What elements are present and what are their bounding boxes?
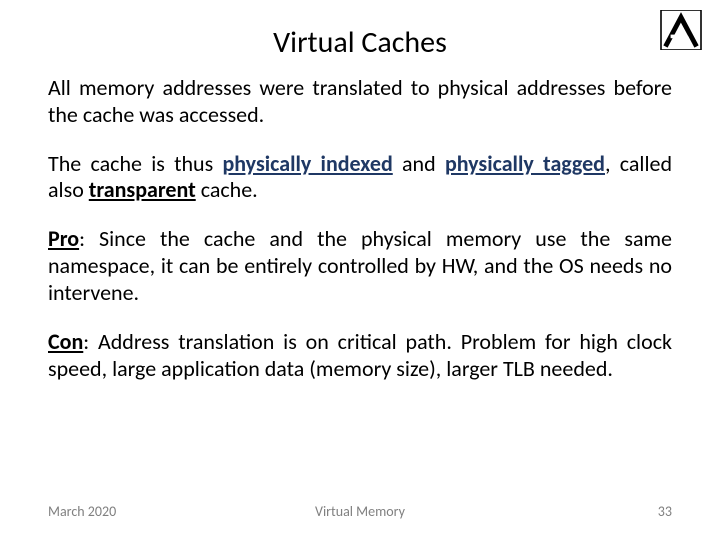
term-transparent: transparent bbox=[89, 176, 196, 203]
pro-label: Pro bbox=[48, 225, 79, 252]
text: The cache is thus bbox=[48, 150, 222, 177]
slide-footer: March 2020 Virtual Memory 33 bbox=[0, 503, 720, 520]
footer-page-number: 33 bbox=[658, 503, 672, 520]
footer-date: March 2020 bbox=[48, 503, 116, 520]
paragraph-con: Con: Address translation is on critical … bbox=[48, 329, 672, 383]
term-physically-indexed: physically indexed bbox=[222, 150, 392, 177]
slide: Virtual Caches All memory addresses were… bbox=[0, 0, 720, 540]
text: : Address translation is on critical pat… bbox=[48, 328, 672, 382]
slide-title: Virtual Caches bbox=[48, 24, 672, 61]
text: All memory addresses were translated to … bbox=[48, 74, 672, 128]
text: cache. bbox=[196, 176, 258, 203]
text: : Since the cache and the physical memor… bbox=[48, 225, 672, 306]
paragraph-intro: All memory addresses were translated to … bbox=[48, 75, 672, 129]
term-physically-tagged: physically tagged bbox=[445, 150, 605, 177]
paragraph-terminology: The cache is thus physically indexed and… bbox=[48, 151, 672, 205]
text: and bbox=[393, 150, 445, 177]
institution-logo-icon bbox=[660, 10, 702, 50]
con-label: Con bbox=[48, 328, 83, 355]
paragraph-pro: Pro: Since the cache and the physical me… bbox=[48, 226, 672, 306]
footer-topic: Virtual Memory bbox=[315, 503, 405, 520]
